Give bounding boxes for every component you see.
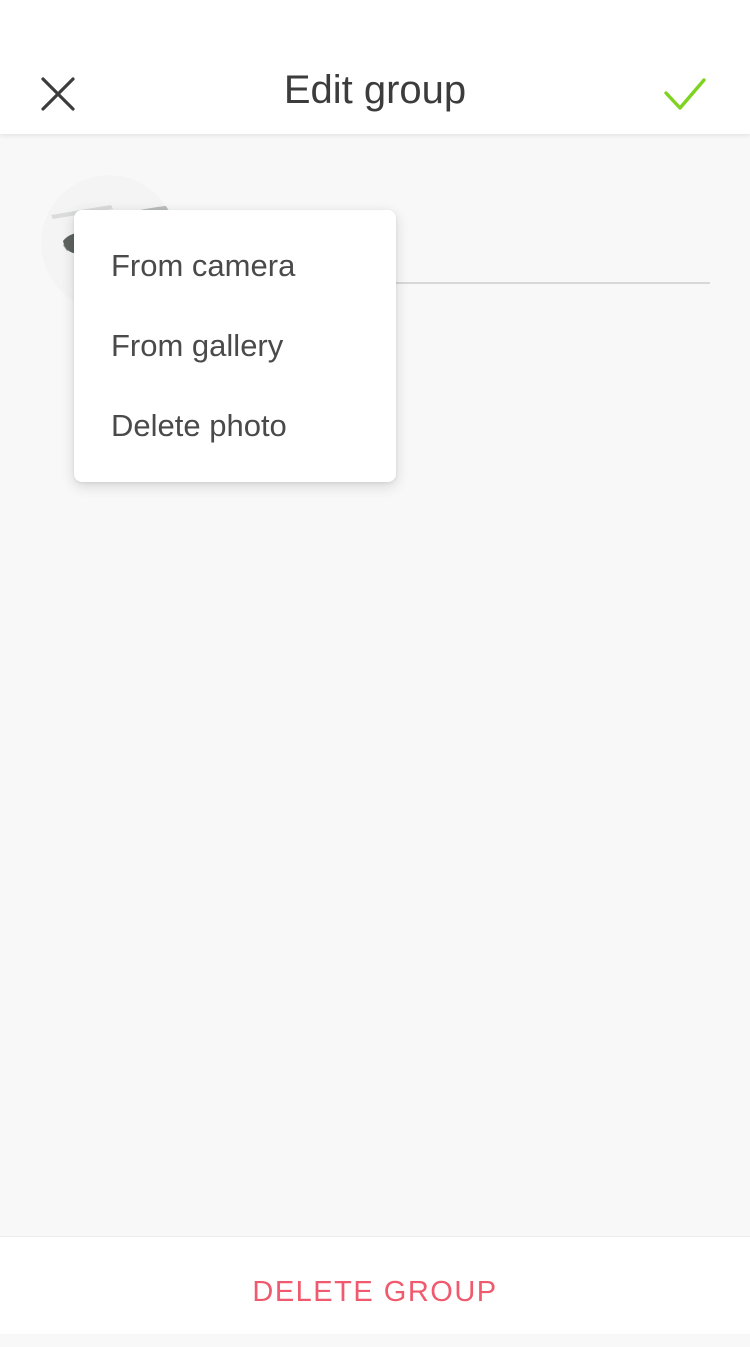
delete-group-button[interactable]: DELETE GROUP xyxy=(0,1237,750,1335)
checkmark-icon xyxy=(664,78,706,110)
menu-item-from-camera[interactable]: From camera xyxy=(74,226,396,306)
menu-item-delete-photo[interactable]: Delete photo xyxy=(74,386,396,466)
photo-options-menu: From camera From gallery Delete photo xyxy=(74,210,396,482)
app-header: Edit group xyxy=(0,0,750,134)
confirm-button[interactable] xyxy=(656,68,716,124)
menu-item-from-gallery[interactable]: From gallery xyxy=(74,306,396,386)
footer-bar: DELETE GROUP xyxy=(0,1236,750,1334)
page-title: Edit group xyxy=(283,68,467,112)
